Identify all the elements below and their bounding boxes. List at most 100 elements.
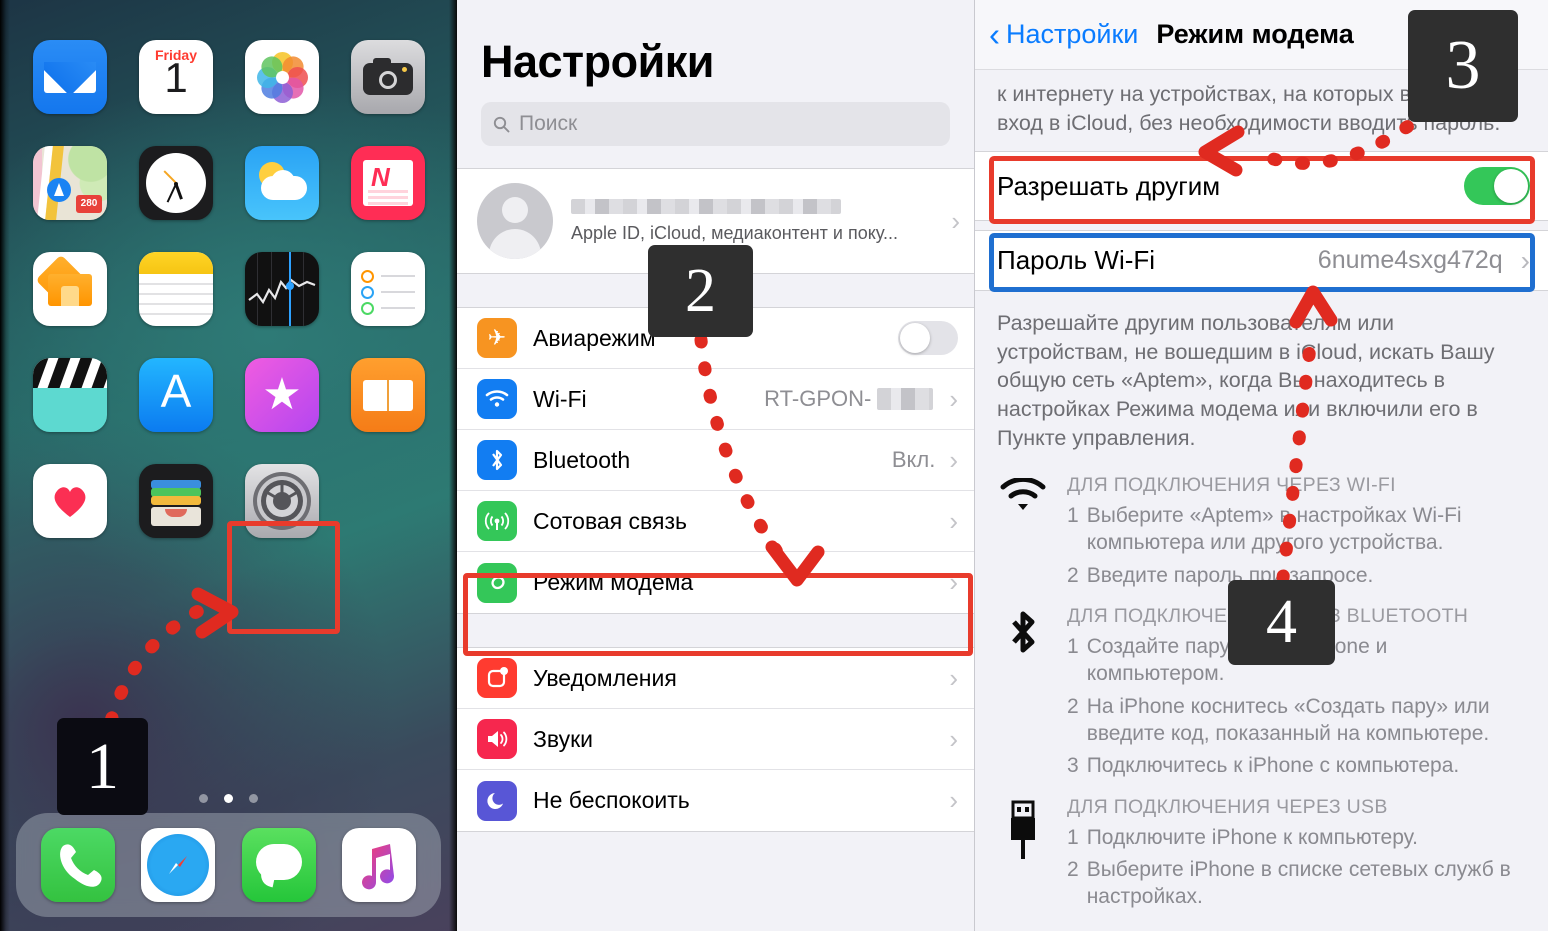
music-icon[interactable] [341, 828, 416, 902]
back-to-settings-button[interactable]: ‹ Настройки [989, 18, 1138, 51]
row-label: Авиарежим [533, 324, 656, 351]
photos-icon [245, 40, 319, 114]
bluetooth-icon [999, 605, 1047, 779]
wifi-network-name: RT-GPON- [764, 386, 872, 411]
notifications-group: Уведомления › Звуки › Не беспокоить › [457, 647, 974, 832]
app-home[interactable] [33, 252, 107, 326]
airplane-icon: ✈ [477, 318, 517, 358]
app-books[interactable] [351, 358, 425, 432]
row-label: Wi-Fi [533, 385, 587, 412]
airplane-toggle[interactable] [898, 321, 958, 355]
phone-icon[interactable] [41, 828, 116, 902]
instruction-item: 3 Подключитесь к iPhone с компьютера. [1067, 752, 1526, 779]
bluetooth-state: Вкл. [891, 447, 936, 472]
item-number: 1 [1067, 504, 1079, 528]
app-clock[interactable] [139, 146, 213, 220]
books-icon [351, 358, 425, 432]
item-number: 2 [1067, 563, 1079, 587]
app-notes[interactable] [139, 252, 213, 326]
settings-row-sounds[interactable]: Звуки › [457, 709, 974, 770]
item-number: 2 [1067, 694, 1079, 718]
connectivity-group: ✈ Авиарежим Wi-Fi RT-GPON- › Bluetooth В… [457, 307, 974, 614]
settings-row-cellular[interactable]: Сотовая связь › [457, 491, 974, 552]
messages-icon[interactable] [241, 828, 316, 902]
settings-app-highlight-box [227, 521, 340, 634]
app-wallet[interactable] [139, 464, 213, 538]
wifi-password-row[interactable]: Пароль Wi-Fi 6nume4sxg472q › [975, 231, 1548, 291]
camera-icon [351, 40, 425, 114]
app-tv[interactable] [33, 358, 107, 432]
bluetooth-value: Вкл. › [892, 445, 958, 476]
screenshot-root: Friday 1 280 N A ★ Настройки Поиск Apple… [0, 0, 1548, 931]
settings-panel: Настройки Поиск Apple ID, iCloud, медиак… [457, 0, 975, 931]
row-value: › [941, 724, 958, 755]
app-health[interactable] [33, 464, 107, 538]
app-weather[interactable] [245, 146, 319, 220]
hotspot-icon [477, 562, 517, 603]
item-text: Выберите «Aptem» в настройках Wi-Fi комп… [1086, 504, 1462, 555]
item-text: Подключите iPhone к компьютеру. [1086, 825, 1418, 849]
settings-row-notifications[interactable]: Уведомления › [457, 648, 974, 709]
app-news[interactable]: N [351, 146, 425, 220]
calendar-icon: Friday 1 [139, 40, 213, 114]
search-input[interactable]: Поиск [481, 102, 950, 146]
app-maps[interactable]: 280 [33, 146, 107, 220]
hotspot-panel: ‹ Настройки Режим модема к интернету на … [975, 0, 1548, 931]
reminders-icon [351, 252, 425, 326]
chevron-right-icon: › [949, 785, 958, 815]
account-name-redacted [571, 198, 841, 214]
chevron-right-icon: › [949, 662, 958, 693]
apple-id-subtitle: Apple ID, iCloud, медиаконтент и поку... [571, 222, 898, 243]
mail-icon [33, 40, 107, 114]
item-text: На iPhone коснитесь «Создать пару» или в… [1086, 694, 1490, 745]
step-badge-3: 3 [1408, 10, 1518, 122]
hotspot-allow-group: Разрешать другим [975, 151, 1548, 222]
item-number: 1 [1067, 825, 1079, 849]
wallet-icon [139, 464, 213, 538]
app-appstore[interactable]: A [139, 358, 213, 432]
app-stocks[interactable] [245, 252, 319, 326]
search-placeholder: Поиск [519, 112, 578, 135]
app-calendar[interactable]: Friday 1 [139, 40, 213, 114]
app-camera[interactable] [351, 40, 425, 114]
moon-icon [477, 780, 517, 821]
row-label: Bluetooth [533, 446, 631, 473]
dock [16, 813, 441, 917]
allow-others-label: Разрешать другим [997, 170, 1221, 201]
row-value: › [941, 785, 958, 816]
app-icon-grid: Friday 1 280 N A ★ [33, 40, 425, 538]
back-label: Настройки [1006, 19, 1139, 49]
wifi-password-value: 6nume4sxg472q [1317, 246, 1503, 275]
wifi-name-redacted [877, 388, 934, 410]
chevron-left-icon: ‹ [989, 16, 1000, 53]
settings-row-wifi[interactable]: Wi-Fi RT-GPON- › [457, 369, 974, 430]
itunes-icon: ★ [245, 358, 319, 432]
chevron-right-icon: › [949, 444, 958, 475]
settings-row-dnd[interactable]: Не беспокоить › [457, 770, 974, 831]
group-spacer [457, 614, 974, 647]
wifi-value: RT-GPON- › [764, 384, 958, 415]
chevron-right-icon: › [951, 205, 960, 236]
allow-others-toggle[interactable] [1464, 167, 1530, 206]
app-photos[interactable] [245, 40, 319, 114]
item-text: Подключитесь к iPhone с компьютера. [1086, 754, 1460, 778]
app-itunes[interactable]: ★ [245, 358, 319, 432]
settings-row-bluetooth[interactable]: Bluetooth Вкл. › [457, 430, 974, 491]
appstore-icon: A [139, 358, 213, 432]
app-mail[interactable] [33, 40, 107, 114]
search-icon [493, 116, 510, 132]
chevron-right-icon: › [949, 505, 958, 536]
instructions-usb: ДЛЯ ПОДКЛЮЧЕНИЯ ЧЕРЕЗ USB 1 Подключите i… [975, 780, 1548, 911]
row-label: Уведомления [533, 664, 677, 691]
usb-icon [999, 796, 1047, 911]
maps-route-shield: 280 [76, 195, 102, 213]
wifi-password-label: Пароль Wi-Fi [997, 245, 1156, 276]
cellular-value: › [941, 506, 958, 537]
app-reminders[interactable] [351, 252, 425, 326]
settings-row-hotspot[interactable]: Режим модема › [457, 552, 974, 613]
home-app-icon [33, 252, 107, 326]
row-value: › [941, 663, 958, 694]
safari-icon[interactable] [141, 828, 216, 902]
chevron-right-icon: › [949, 383, 958, 414]
allow-others-row[interactable]: Разрешать другим [975, 152, 1548, 221]
